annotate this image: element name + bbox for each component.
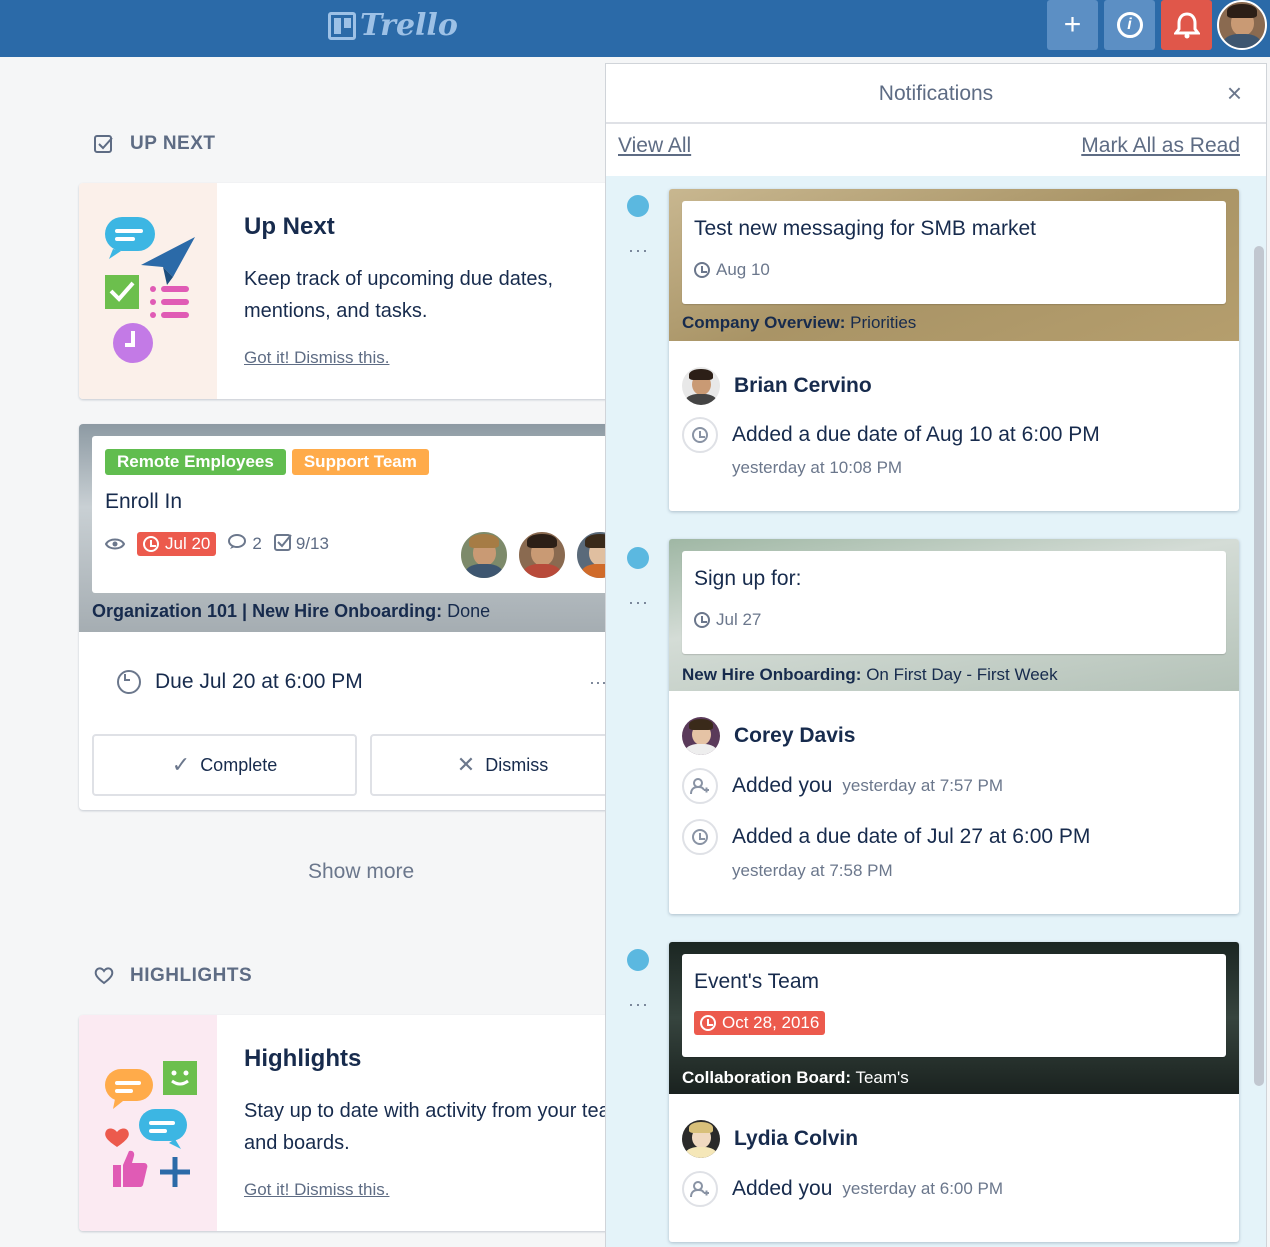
clock-icon [117,670,141,694]
highlights-description: Stay up to date with activity from your … [244,1100,605,1154]
card-board-info: Company Overview: Priorities [682,313,917,332]
promo-description: Keep track of upcoming due dates, mentio… [244,268,554,322]
close-icon: ✕ [456,752,476,777]
activity-due-date: Added a due date of Aug 10 at 6:00 PM [682,417,1100,453]
due-date-badge: Jul 27 [694,610,761,630]
notification-card: Event's Team Oct 28, 2016 Collaboration … [669,942,1239,1242]
card-badges: Jul 20 2 9/13 [105,532,341,556]
activity-time: yesterday at 10:08 PM [732,458,903,477]
heart-icon [94,966,114,986]
card-preview[interactable]: Test new messaging for SMB market Aug 10 [682,201,1226,304]
label-row: Remote Employees Support Team [105,449,435,475]
add-member-icon [682,768,718,804]
clock-icon [682,819,718,855]
notifications-title: Notifications [606,64,1266,124]
up-next-column: UP NEXT Up Next Keep track of upcoming d… [0,57,605,1247]
notification-card: Sign up for: Jul 27 New Hire Onboarding:… [669,539,1239,914]
card-board-info: Collaboration Board: Team's [682,1068,909,1087]
watch-eye-icon [105,537,125,551]
mark-all-read-link[interactable]: Mark All as Read [1081,134,1240,158]
author-avatar[interactable] [682,367,720,405]
complete-button[interactable]: ✓ Complete [92,734,357,796]
unread-dot[interactable] [627,949,649,971]
notification-author: Lydia Colvin [682,1120,858,1158]
checklist-icon [273,533,292,556]
member-avatar[interactable] [459,530,509,580]
up-next-promo-card: Up Next Keep track of upcoming due dates… [79,183,605,399]
member-avatar[interactable] [517,530,567,580]
due-row: Due Jul 20 at 6:00 PM [117,670,363,694]
clock-icon [143,536,159,552]
highlights-illustration [79,1015,217,1231]
unread-dot[interactable] [627,195,649,217]
more-options-icon[interactable]: ··· [628,592,649,613]
due-date-badge: Aug 10 [694,260,770,280]
comment-icon [228,533,247,555]
clock-icon [694,612,710,628]
due-date-badge: Oct 28, 2016 [694,1011,826,1035]
notification-card: Test new messaging for SMB market Aug 10… [669,189,1239,511]
bell-icon [1173,12,1200,39]
clock-icon [694,262,710,278]
author-avatar[interactable] [682,717,720,755]
notifications-panel: Notifications × View All Mark All as Rea… [605,63,1267,1247]
dismiss-highlights-link[interactable]: Got it! Dismiss this. [244,1180,389,1200]
checkbox-icon [94,134,114,154]
add-member-icon [682,1171,718,1207]
up-next-heading: UP NEXT [94,133,216,155]
activity-due-date: Added a due date of Jul 27 at 6:00 PM [682,819,1090,855]
more-options-icon[interactable]: ··· [628,240,649,261]
info-icon: i [1116,12,1143,38]
card-preview[interactable]: Sign up for: Jul 27 [682,551,1226,654]
plus-icon: + [1063,8,1082,41]
highlights-heading: HIGHLIGHTS [94,965,252,987]
card-board-info: New Hire Onboarding: On First Day - Firs… [682,665,1058,684]
notification-actions: View All Mark All as Read [606,126,1266,176]
add-button[interactable]: + [1047,0,1098,50]
show-more-button[interactable]: Show more [308,860,414,884]
trello-logo[interactable]: Trello [328,8,458,43]
dismiss-promo-link[interactable]: Got it! Dismiss this. [244,348,389,368]
highlights-title: Highlights [244,1045,362,1072]
notifications-button[interactable] [1161,0,1212,50]
card-preview[interactable]: Event's Team Oct 28, 2016 [682,954,1226,1057]
promo-title: Up Next [244,213,335,240]
member-avatar[interactable] [575,530,605,580]
info-button[interactable]: i [1104,0,1155,50]
activity-added-member: Added you yesterday at 7:57 PM [682,768,1003,804]
top-header-bar: Trello + i [0,0,1270,57]
check-icon: ✓ [171,752,191,777]
scrollbar[interactable] [1254,246,1264,1086]
label-support-team: Support Team [291,449,429,475]
task-card-enroll-in[interactable]: Remote Employees Support Team Enroll In J… [79,424,605,810]
notification-author: Brian Cervino [682,367,872,405]
card-preview: Remote Employees Support Team Enroll In J… [92,436,605,593]
unread-dot[interactable] [627,547,649,569]
view-all-link[interactable]: View All [618,134,691,158]
activity-time: yesterday at 7:58 PM [732,861,893,880]
notification-author: Corey Davis [682,717,855,755]
dismiss-button[interactable]: ✕ Dismiss [370,734,605,796]
clock-icon [682,417,718,453]
card-title: Enroll In [105,490,183,513]
user-avatar[interactable] [1217,0,1267,50]
author-avatar[interactable] [682,1120,720,1158]
notification-feed: ··· Test new messaging for SMB market Au… [606,176,1266,1247]
card-board-info: Organization 101 | New Hire Onboarding: … [92,601,491,621]
clock-icon [700,1015,716,1031]
close-icon[interactable]: × [1227,80,1242,106]
more-options-icon[interactable]: ··· [628,994,649,1015]
activity-added-member: Added you yesterday at 6:00 PM [682,1171,1003,1207]
comments-badge: 2 [228,533,262,555]
due-date-badge: Jul 20 [137,532,217,556]
checklist-badge: 9/13 [273,533,329,556]
label-remote-employees: Remote Employees [105,449,286,475]
highlights-promo-card: Highlights Stay up to date with activity… [79,1015,605,1231]
promo-illustration [79,183,217,399]
trello-board-icon [328,11,356,40]
more-options-icon[interactable]: ··· [589,672,605,693]
